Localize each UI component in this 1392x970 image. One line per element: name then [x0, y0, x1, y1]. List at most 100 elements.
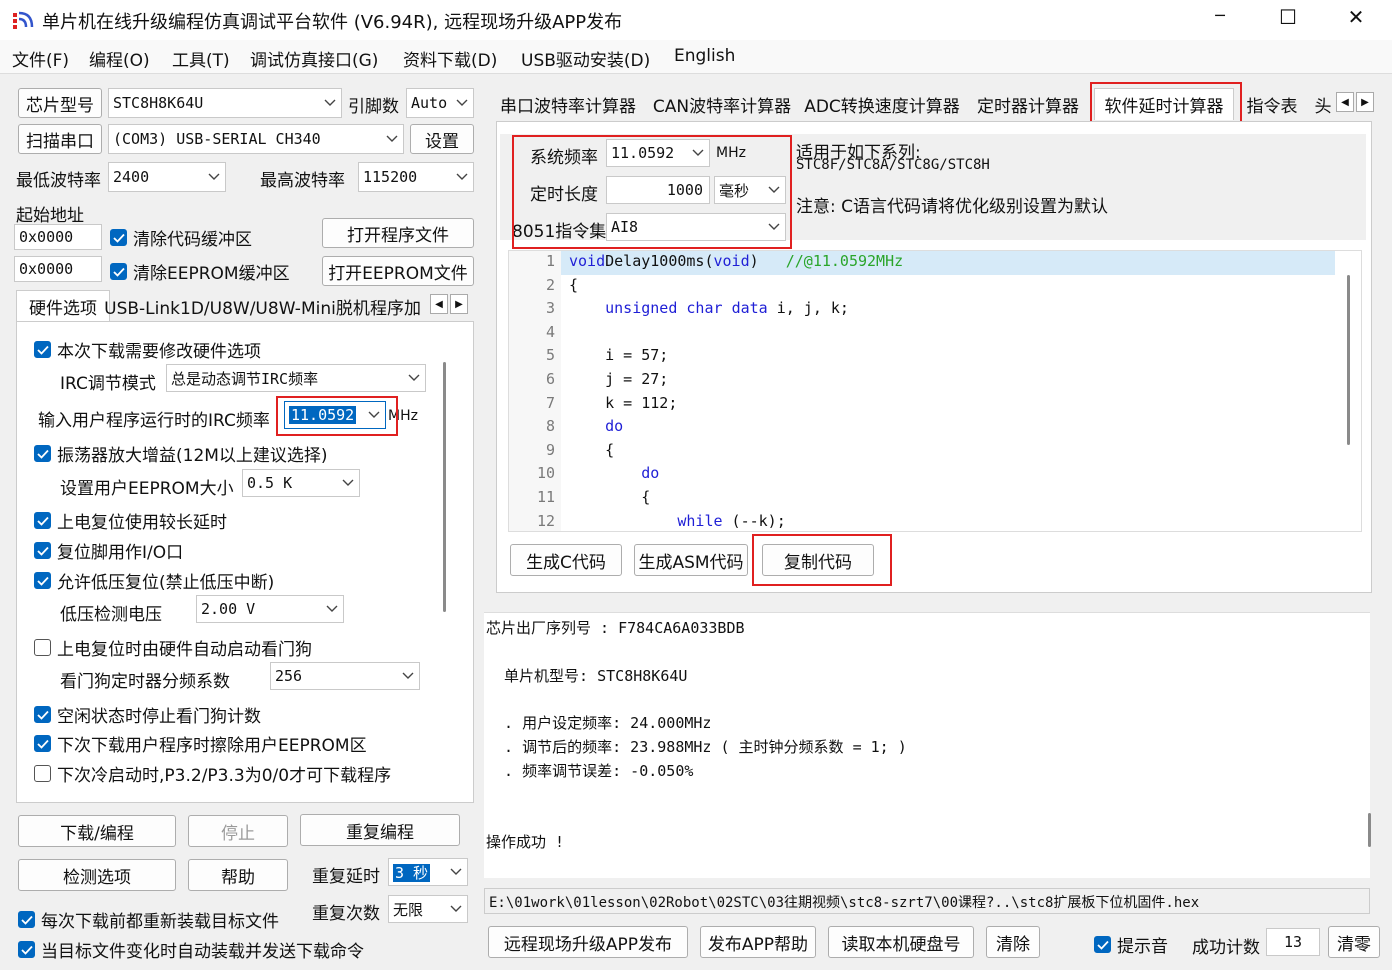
menu-download[interactable]: 资料下载(D)	[403, 46, 497, 71]
tab-program-encrypt[interactable]: 程序加	[370, 290, 430, 322]
output-scrollbar[interactable]	[1368, 813, 1371, 847]
code-line: 9 {	[509, 441, 1335, 465]
check-icon	[1094, 936, 1111, 953]
tab-header[interactable]: 头	[1312, 88, 1334, 120]
read-disk-button[interactable]: 读取本机硬盘号	[828, 926, 974, 958]
generate-asm-button[interactable]: 生成ASM代码	[634, 544, 748, 576]
code-line: 10 do	[509, 464, 1335, 488]
remote-publish-button[interactable]: 远程现场升级APP发布	[488, 926, 688, 958]
scan-port-button[interactable]: 扫描串口	[18, 124, 102, 154]
chevron-down-icon	[321, 596, 343, 622]
menu-usb-driver[interactable]: USB驱动安装(D)	[521, 46, 650, 71]
output-line: 芯片出厂序列号 : F784CA6A033BDB	[486, 619, 745, 637]
chevron-down-icon	[397, 663, 419, 689]
menu-program[interactable]: 编程(O)	[89, 46, 150, 71]
chevron-down-icon	[319, 89, 341, 117]
beep-checkbox[interactable]: 提示音	[1094, 932, 1168, 957]
left-tab-strip: 硬件选项 USB-Link1D/U8W/U8W-Mini脱机 程序加 ◀ ▶	[16, 290, 474, 322]
max-baud-select[interactable]: 115200	[358, 162, 474, 192]
reload-before-checkbox[interactable]: 每次下载前都重新装载目标文件	[18, 907, 279, 932]
wdt-div-select[interactable]: 256	[270, 662, 420, 690]
tab-scroll-left-icon[interactable]: ◀	[430, 294, 448, 314]
reset-count-button[interactable]: 清零	[1328, 926, 1380, 958]
line-code: do	[605, 417, 624, 436]
close-icon[interactable]: ✕	[1336, 5, 1376, 33]
code-view[interactable]: 1 voidDelay1000ms(void) //@11.0592MHz 2{3 …	[508, 250, 1362, 532]
publish-help-button[interactable]: 发布APP帮助	[700, 926, 816, 958]
options-scrollbar[interactable]	[443, 362, 446, 612]
min-baud-select[interactable]: 2400	[108, 162, 226, 192]
generate-c-button[interactable]: 生成C代码	[510, 544, 622, 576]
pins-select[interactable]: Auto	[406, 88, 474, 118]
line-code: while (--k);	[677, 511, 786, 530]
tab-scroll-right-icon[interactable]: ▶	[1356, 92, 1374, 112]
chevron-down-icon	[337, 470, 359, 496]
menu-bar: 文件(F) 编程(O) 工具(T) 调试仿真接口(G) 资料下载(D) USB驱…	[0, 40, 1392, 74]
lvd-voltage-select[interactable]: 2.00 V	[196, 595, 344, 623]
max-baud-label: 最高波特率	[260, 171, 345, 191]
check-icon	[34, 542, 51, 559]
line-code: voidDelay1000ms(void) //@11.0592MHz	[569, 252, 904, 270]
tab-instruction-table[interactable]: 指令表	[1240, 88, 1304, 120]
settings-button[interactable]: 设置	[410, 124, 474, 154]
tab-can-baud[interactable]: CAN波特率计算器	[652, 88, 792, 120]
check-options-button[interactable]: 检测选项	[18, 859, 176, 891]
eeprom-address-value: 0x0000	[19, 260, 74, 278]
output-log[interactable]: 芯片出厂序列号 : F784CA6A033BDB 单片机型号: STC8H8K6…	[484, 612, 1371, 878]
maximize-icon[interactable]: ☐	[1268, 5, 1308, 33]
clear-code-checkbox[interactable]: 清除代码缓冲区	[110, 225, 252, 250]
erase-eeprom-checkbox[interactable]: 下次下载用户程序时擦除用户EEPROM区	[34, 731, 367, 756]
idle-stop-wdt-checkbox[interactable]: 空闲状态时停止看门狗计数	[34, 702, 261, 727]
menu-tools[interactable]: 工具(T)	[172, 46, 230, 71]
tab-adc-speed[interactable]: ADC转换速度计算器	[804, 88, 960, 120]
file-path-field[interactable]: E:\01work\01lesson\02Robot\02STC\03往期视频\…	[484, 888, 1370, 914]
wdt-auto-checkbox[interactable]: 上电复位时由硬件自动启动看门狗	[34, 635, 312, 660]
reset-io-checkbox[interactable]: 复位脚用作I/O口	[34, 538, 183, 563]
tab-uart-baud[interactable]: 串口波特率计算器	[492, 88, 644, 120]
pins-value: Auto	[411, 94, 448, 112]
repeat-delay-select[interactable]: 3 秒	[388, 858, 468, 886]
stop-button[interactable]: 停止	[188, 815, 288, 847]
menu-debug[interactable]: 调试仿真接口(G)	[250, 46, 378, 71]
title-bar: 单片机在线升级编程仿真调试平台软件 (V6.94R), 远程现场升级APP发布 …	[0, 0, 1392, 40]
eeprom-address-input[interactable]: 0x0000	[14, 256, 102, 282]
tab-usb-link[interactable]: USB-Link1D/U8W/U8W-Mini脱机	[104, 290, 370, 322]
menu-english[interactable]: English	[674, 46, 735, 66]
cold-boot-checkbox[interactable]: 下次冷启动时,P3.2/P3.3为0/0才可下载程序	[34, 761, 391, 786]
line-number: 10	[536, 464, 555, 483]
min-baud-value: 2400	[113, 168, 150, 186]
menu-file[interactable]: 文件(F)	[12, 46, 69, 71]
code-scrollbar[interactable]	[1347, 275, 1350, 445]
tab-scroll-right-icon[interactable]: ▶	[450, 294, 468, 314]
tab-hardware-options[interactable]: 硬件选项	[16, 290, 110, 322]
port-select[interactable]: (COM3) USB-SERIAL CH340	[108, 124, 404, 154]
chip-model-button[interactable]: 芯片型号	[18, 88, 102, 118]
irc-mode-select[interactable]: 总是动态调节IRC频率	[166, 364, 426, 392]
clear-output-button[interactable]: 清除	[986, 926, 1040, 958]
auto-reload-checkbox[interactable]: 当目标文件变化时自动装载并发送下载命令	[18, 937, 364, 962]
code-address-input[interactable]: 0x0000	[14, 224, 102, 250]
tab-timer-calc[interactable]: 定时器计算器	[972, 88, 1084, 120]
open-program-button[interactable]: 打开程序文件	[322, 218, 474, 248]
check-icon	[34, 445, 51, 462]
help-button[interactable]: 帮助	[188, 859, 288, 891]
open-eeprom-button[interactable]: 打开EEPROM文件	[322, 256, 474, 286]
optimize-note: 注意: C语言代码请将优化级别设置为默认	[796, 197, 1109, 217]
clear-eeprom-checkbox[interactable]: 清除EEPROM缓冲区	[110, 259, 290, 284]
eeprom-size-select[interactable]: 0.5 K	[242, 469, 360, 497]
lvd-reset-checkbox[interactable]: 允许低压复位(禁止低压中断)	[34, 568, 274, 593]
pins-label: 引脚数	[348, 97, 399, 117]
chip-model-select[interactable]: STC8H8K64U	[108, 88, 342, 118]
line-code: k = 112;	[569, 393, 678, 412]
tab-scroll-left-icon[interactable]: ◀	[1336, 92, 1354, 112]
idle-stop-wdt-label: 空闲状态时停止看门狗计数	[57, 707, 261, 727]
modify-hw-checkbox[interactable]: 本次下载需要修改硬件选项	[34, 337, 261, 362]
long-reset-checkbox[interactable]: 上电复位使用较长延时	[34, 508, 227, 533]
reprogram-button[interactable]: 重复编程	[300, 814, 460, 846]
line-code: {	[569, 488, 651, 506]
minimize-icon[interactable]: ─	[1200, 6, 1240, 34]
download-button[interactable]: 下载/编程	[18, 815, 176, 847]
chevron-down-icon	[451, 163, 473, 191]
osc-gain-checkbox[interactable]: 振荡器放大增益(12M以上建议选择)	[34, 441, 328, 466]
repeat-count-select[interactable]: 无限	[388, 895, 468, 923]
